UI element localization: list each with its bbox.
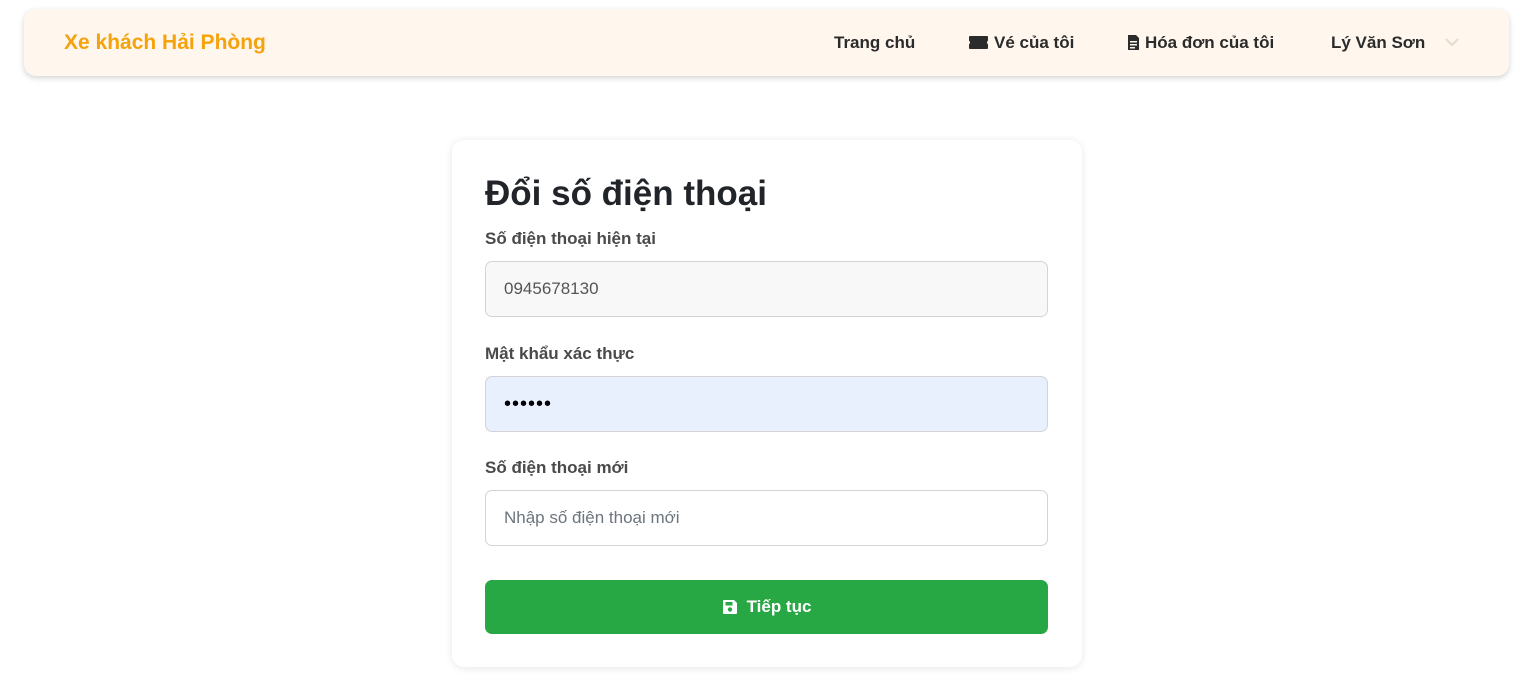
nav-item-label: Trang chủ: [834, 32, 916, 52]
change-phone-card: Đổi số điện thoại Số điện thoại hiện tại…: [452, 140, 1082, 667]
user-menu[interactable]: Lý Văn Sơn: [1331, 9, 1459, 76]
nav-item-home[interactable]: Trang chủ: [834, 9, 915, 76]
new-phone-field[interactable]: [485, 490, 1048, 546]
nav-item-my-tickets[interactable]: Vé của tôi: [968, 9, 1074, 76]
ticket-icon: [968, 35, 989, 50]
page-title: Đổi số điện thoại: [485, 174, 767, 213]
nav-item-label: Hóa đơn của tôi: [1145, 32, 1275, 52]
nav-item-my-invoices[interactable]: Hóa đơn của tôi: [1127, 9, 1274, 76]
navbar: Xe khách Hải Phòng Trang chủ Vé của tôi …: [24, 9, 1509, 76]
brand-logo[interactable]: Xe khách Hải Phòng: [64, 9, 266, 76]
chevron-down-icon: [1445, 38, 1459, 47]
save-icon: [722, 599, 738, 615]
nav-item-label: Vé của tôi: [994, 32, 1075, 52]
current-phone-label: Số điện thoại hiện tại: [485, 229, 656, 248]
continue-button[interactable]: Tiếp tục: [485, 580, 1048, 634]
current-phone-field[interactable]: [485, 261, 1048, 317]
user-name: Lý Văn Sơn: [1331, 32, 1426, 52]
password-label: Mật khẩu xác thực: [485, 344, 635, 363]
invoice-icon: [1127, 34, 1140, 51]
continue-button-label: Tiếp tục: [746, 597, 812, 616]
new-phone-label: Số điện thoại mới: [485, 458, 629, 477]
password-field[interactable]: [485, 376, 1048, 432]
